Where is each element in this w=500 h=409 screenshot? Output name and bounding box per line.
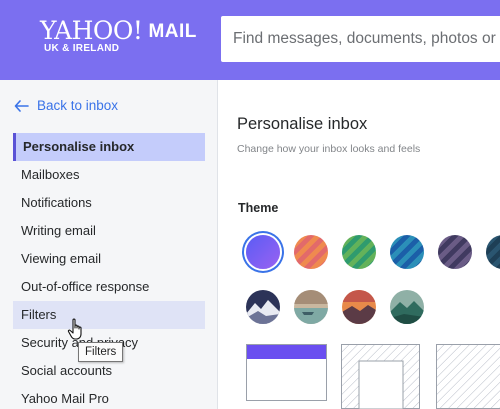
theme-swatch-mountain-photo[interactable] xyxy=(246,290,280,324)
hand-cursor-icon xyxy=(67,318,82,340)
sidebar-item-viewing-email[interactable]: Viewing email xyxy=(13,245,205,273)
theme-swatch-lake-photo[interactable] xyxy=(294,290,328,324)
sidebar-item-filters[interactable]: Filters xyxy=(13,301,205,329)
theme-swatch-dark-purple[interactable] xyxy=(438,235,472,269)
search-box[interactable] xyxy=(221,16,500,62)
settings-nav: Personalise inbox Mailboxes Notification… xyxy=(13,133,205,409)
sidebar-item-writing-email[interactable]: Writing email xyxy=(13,217,205,245)
settings-main: Personalise inbox Change how your inbox … xyxy=(219,80,500,409)
yahoo-mail-logo[interactable]: YAHOO! MAIL UK & IRELAND xyxy=(40,16,197,55)
layout-option-patterned-frame[interactable] xyxy=(341,344,427,409)
arrow-left-icon xyxy=(14,99,29,112)
sidebar-item-mailboxes[interactable]: Mailboxes xyxy=(13,161,205,189)
sidebar-item-yahoo-mail-pro[interactable]: Yahoo Mail Pro xyxy=(13,385,205,409)
theme-swatch-green-hills-photo[interactable] xyxy=(390,290,424,324)
filters-tooltip: Filters xyxy=(78,342,124,362)
theme-heading: Theme xyxy=(238,201,279,215)
app-header: YAHOO! MAIL UK & IRELAND xyxy=(0,0,500,80)
search-input[interactable] xyxy=(221,16,500,62)
theme-swatch-orange[interactable] xyxy=(294,235,328,269)
sidebar-item-personalise-inbox[interactable]: Personalise inbox xyxy=(13,133,205,161)
theme-swatch-purple[interactable] xyxy=(246,235,280,269)
sidebar-item-notifications[interactable]: Notifications xyxy=(13,189,205,217)
logo-yahoo-text: YAHOO! xyxy=(40,16,143,45)
layout-option-header-only[interactable] xyxy=(246,344,332,409)
back-to-inbox-link[interactable]: Back to inbox xyxy=(14,98,118,113)
theme-swatch-sunset-photo[interactable] xyxy=(342,290,376,324)
page-title: Personalise inbox xyxy=(237,115,368,133)
sidebar-item-out-of-office[interactable]: Out-of-office response xyxy=(13,273,205,301)
logo-mail-text: MAIL xyxy=(148,21,197,42)
back-to-inbox-label: Back to inbox xyxy=(37,98,119,113)
layout-option-full-pattern[interactable] xyxy=(436,344,500,409)
theme-swatch-green[interactable] xyxy=(342,235,376,269)
logo-region-text: UK & IRELAND xyxy=(44,43,120,54)
theme-swatch-blue[interactable] xyxy=(390,235,424,269)
theme-swatch-navy[interactable] xyxy=(486,235,500,269)
page-subtitle: Change how your inbox looks and feels xyxy=(237,143,421,155)
